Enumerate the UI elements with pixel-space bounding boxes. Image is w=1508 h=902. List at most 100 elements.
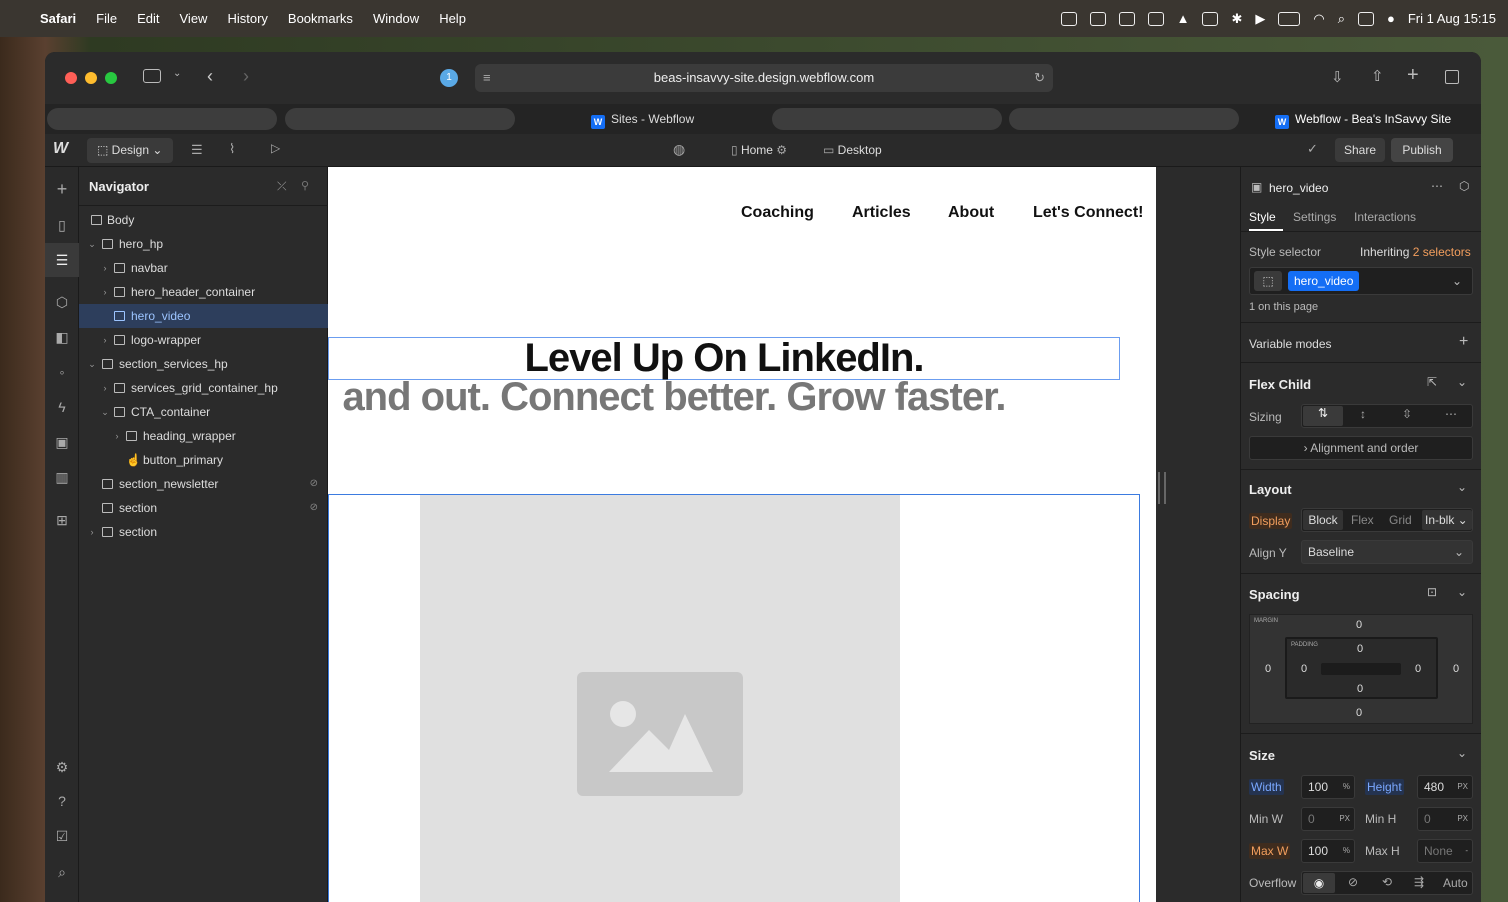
reload-icon[interactable]: ↻ (1034, 64, 1045, 92)
status-icon[interactable] (1118, 11, 1135, 26)
display-grid[interactable]: Grid (1389, 513, 1412, 527)
publish-button[interactable]: Publish (1391, 138, 1453, 162)
tab-overview-icon[interactable] (1445, 70, 1459, 84)
status-icon[interactable] (1060, 11, 1077, 26)
display-block[interactable]: Block (1303, 510, 1343, 530)
menu-file[interactable]: File (96, 11, 117, 26)
nav-link-connect[interactable]: Let's Connect! (1033, 204, 1143, 222)
design-mode-button[interactable]: ⬚ Design ⌄ (87, 138, 173, 163)
sizing-shrink-icon[interactable]: ⇅ (1303, 406, 1343, 426)
sizing-none-icon[interactable]: ⇳ (1402, 407, 1412, 421)
close-window-button[interactable] (65, 72, 77, 84)
align-y-select[interactable]: Baseline ⌄ (1301, 540, 1473, 564)
page-settings-icon[interactable]: ≡ (483, 64, 491, 92)
download-icon[interactable]: ⇩ (1331, 68, 1344, 86)
webflow-logo[interactable]: W (53, 140, 68, 158)
nav-item-hero-video[interactable]: hero_video (79, 304, 328, 328)
nav-item-cta-container[interactable]: ⌄ CTA_container (79, 400, 328, 424)
min-width-input[interactable]: 0 PX (1301, 807, 1355, 831)
analytics-icon[interactable]: ⌇ (229, 141, 235, 157)
nav-item-body[interactable]: Body (79, 208, 328, 232)
menu-help[interactable]: Help (439, 11, 466, 26)
tab-webflow-site[interactable]: W Webflow - Bea's InSavvy Site (1275, 104, 1451, 134)
display-flex[interactable]: Flex (1351, 513, 1374, 527)
padding-bottom[interactable]: 0 (1357, 683, 1363, 695)
components-icon[interactable]: ⬡ (54, 294, 70, 310)
margin-top[interactable]: 0 (1356, 619, 1362, 631)
share-button[interactable]: Share (1335, 138, 1385, 162)
max-height-input[interactable]: None - (1417, 839, 1473, 863)
padding-left[interactable]: 0 (1301, 663, 1307, 675)
apps-icon[interactable]: ⊞ (54, 512, 70, 528)
back-icon[interactable]: ‹ (207, 66, 213, 87)
chevron-down-icon[interactable]: ⌄ (1457, 480, 1467, 494)
nav-item-logo-wrapper[interactable]: › logo-wrapper (79, 328, 328, 352)
menu-view[interactable]: View (180, 11, 208, 26)
tab-blurred[interactable] (47, 108, 277, 130)
more-icon[interactable]: ⋯ (1445, 407, 1457, 421)
search-icon[interactable]: ⌕ (54, 864, 70, 880)
variables-icon[interactable]: ◦ (54, 364, 70, 380)
nav-item-hero-hp[interactable]: ⌄ hero_hp (79, 232, 328, 256)
nav-item-section-services-hp[interactable]: ⌄ section_services_hp (79, 352, 328, 376)
address-bar[interactable]: ≡ beas-insavvy-site.design.webflow.com ↻ (475, 64, 1053, 92)
nav-link-about[interactable]: About (948, 204, 994, 222)
height-input[interactable]: 480 PX (1417, 775, 1473, 799)
styles-icon[interactable]: ◧ (54, 329, 70, 345)
tab-count-badge[interactable]: 1 (440, 69, 458, 87)
preview-icon[interactable]: ▷ (271, 141, 280, 155)
nav-item-section[interactable]: › section (79, 520, 328, 544)
cms-icon[interactable]: ☰ (191, 142, 203, 158)
collapse-icon[interactable]: ⤫ (277, 179, 287, 194)
sizing-grow-icon[interactable]: ↕ (1360, 407, 1366, 421)
control-center-icon[interactable] (1357, 11, 1374, 26)
flex-child-icon[interactable]: ⇱ (1427, 375, 1437, 389)
navigator-icon[interactable]: ☰ (54, 252, 70, 268)
nav-item-section-newsletter[interactable]: section_newsletter ⊘ (79, 472, 328, 496)
status-icon[interactable] (1202, 11, 1219, 26)
cms-collections-icon[interactable]: ▥ (54, 469, 70, 485)
menu-app-safari[interactable]: Safari (40, 11, 76, 26)
tab-blurred[interactable] (772, 108, 1002, 130)
add-icon[interactable]: + (54, 180, 70, 198)
tab-sites-webflow[interactable]: W Sites - Webflow (591, 104, 694, 134)
margin-right[interactable]: 0 (1453, 663, 1459, 675)
display-inline-block[interactable]: In-blk ⌄ (1422, 510, 1472, 530)
new-tab-icon[interactable]: + (1407, 64, 1419, 87)
margin-left[interactable]: 0 (1265, 663, 1271, 675)
assets-icon[interactable]: ▣ (54, 434, 70, 450)
breakpoint-selector[interactable]: ▭ Desktop (823, 143, 882, 157)
width-input[interactable]: 100% (1301, 775, 1355, 799)
audit-icon[interactable]: ☑ (54, 828, 70, 844)
selector-field[interactable]: ⬚ hero_video ⌄ (1249, 267, 1473, 295)
nav-item-navbar[interactable]: › navbar (79, 256, 328, 280)
play-icon[interactable]: ▶ (1255, 11, 1265, 27)
add-icon[interactable]: + (1459, 333, 1468, 351)
cloud-icon[interactable] (1147, 11, 1164, 26)
nav-item-services-grid[interactable]: › services_grid_container_hp (79, 376, 328, 400)
chevron-down-icon[interactable]: ⌄ (1452, 270, 1462, 292)
nav-item-section[interactable]: section ⊘ (79, 496, 328, 520)
bluetooth-icon[interactable]: ✱ (1231, 11, 1242, 27)
nav-item-heading-wrapper[interactable]: › heading_wrapper (79, 424, 328, 448)
clock[interactable]: Fri 1 Aug 15:15 (1408, 11, 1496, 26)
overflow-clip-icon[interactable]: ⇶ (1414, 875, 1424, 889)
tab-settings[interactable]: Settings (1293, 210, 1336, 224)
resize-handle[interactable] (1158, 472, 1166, 504)
page-selector[interactable]: ▯ Home ⚙ (731, 143, 787, 157)
margin-bottom[interactable]: 0 (1356, 707, 1362, 719)
search-icon[interactable]: ⌕ (1338, 11, 1345, 27)
design-canvas[interactable]: Coaching Articles About Let's Connect! a… (328, 167, 1156, 902)
tab-blurred[interactable] (285, 108, 515, 130)
share-icon[interactable]: ⇧ (1371, 67, 1384, 85)
menu-edit[interactable]: Edit (137, 11, 159, 26)
nav-item-hero-header-container[interactable]: › hero_header_container (79, 280, 328, 304)
component-icon[interactable]: ⬡ (1459, 179, 1469, 193)
sidebar-icon[interactable] (143, 69, 161, 83)
alignment-order-button[interactable]: › Alignment and order (1249, 436, 1473, 460)
selector-state-icon[interactable]: ⬚ (1254, 271, 1282, 291)
overflow-visible-icon[interactable]: ◉ (1303, 873, 1335, 893)
help-icon[interactable]: ? (54, 793, 70, 809)
drive-icon[interactable] (1089, 11, 1106, 26)
check-icon[interactable]: ✓ (1307, 141, 1318, 157)
